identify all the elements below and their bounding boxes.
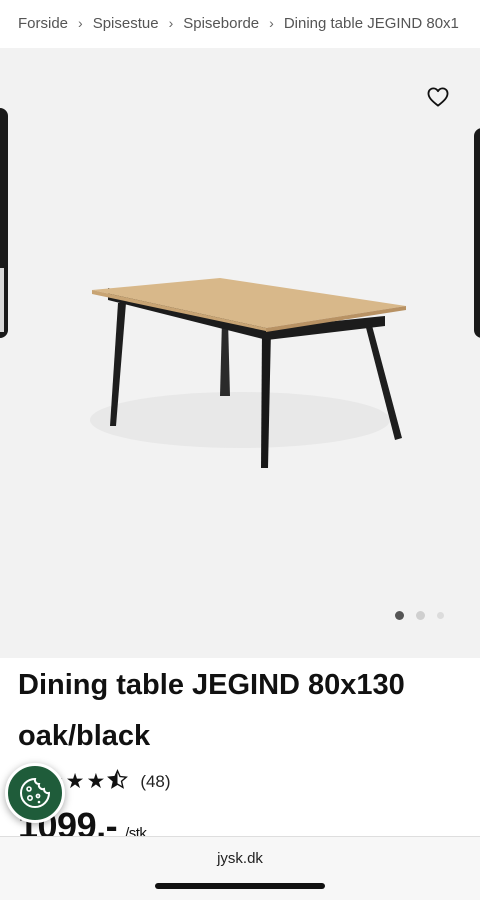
- next-image-peek[interactable]: [474, 128, 480, 338]
- star-full-icon: ★: [65, 770, 85, 793]
- breadcrumb-separator-icon: ›: [78, 15, 83, 31]
- breadcrumb-spiseborde[interactable]: Spiseborde: [183, 15, 259, 32]
- cookie-icon: [20, 777, 51, 808]
- product-title: Dining table JEGIND 80x130 oak/black: [18, 660, 458, 762]
- product-gallery[interactable]: [0, 48, 480, 658]
- previous-image-peek[interactable]: [0, 108, 8, 338]
- product-image[interactable]: [70, 208, 420, 478]
- browser-bottom-bar: jysk.dk: [0, 836, 480, 900]
- breadcrumb-separator-icon: ›: [168, 15, 174, 31]
- pagination-dot-2[interactable]: [416, 611, 425, 620]
- home-indicator[interactable]: [155, 883, 325, 889]
- product-title-line2: oak/black: [18, 720, 151, 752]
- breadcrumb: Forside › Spisestue › Spiseborde › Dinin…: [0, 0, 480, 46]
- gallery-pagination: [0, 611, 480, 620]
- favorite-button[interactable]: [424, 84, 452, 110]
- heart-outline-icon: [427, 87, 449, 107]
- product-title-line1: Dining table JEGIND 80x130: [18, 669, 405, 701]
- breadcrumb-separator-icon: ›: [269, 15, 274, 31]
- address-bar[interactable]: jysk.dk: [0, 850, 480, 867]
- pagination-dot-1[interactable]: [395, 611, 404, 620]
- breadcrumb-current[interactable]: Dining table JEGIND 80x1: [284, 15, 459, 32]
- star-half-icon: [107, 769, 129, 795]
- star-full-icon: ★: [86, 770, 106, 793]
- review-count[interactable]: (48): [140, 772, 170, 792]
- breadcrumb-spisestue[interactable]: Spisestue: [93, 15, 159, 32]
- pagination-dot-3[interactable]: [437, 612, 444, 619]
- cookie-settings-button[interactable]: [5, 763, 65, 823]
- breadcrumb-forside[interactable]: Forside: [18, 15, 68, 32]
